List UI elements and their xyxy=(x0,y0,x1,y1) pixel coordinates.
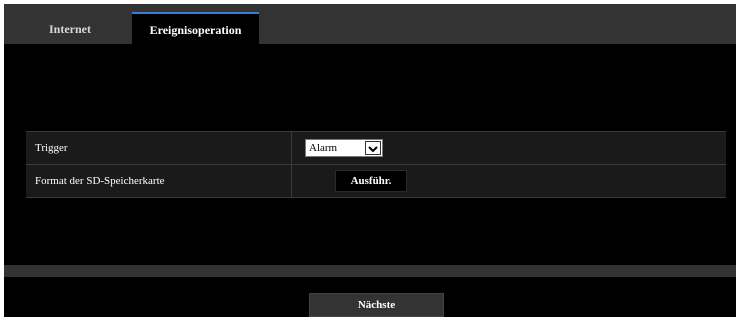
sd-format-row: Format der SD-Speicherkarte Ausführ. xyxy=(26,165,726,198)
trigger-label: Trigger xyxy=(35,142,68,154)
tab-bar: Internet Ereignisoperation xyxy=(4,4,736,46)
trigger-row: Trigger Alarm xyxy=(26,131,726,165)
chevron-down-icon-svg xyxy=(368,146,378,153)
chevron-down-icon[interactable] xyxy=(365,141,381,155)
row-divider xyxy=(291,165,292,197)
tab-ereignisoperation[interactable]: Ereignisoperation xyxy=(132,12,259,46)
sd-format-label: Format der SD-Speicherkarte xyxy=(35,175,165,187)
settings-table: Trigger Alarm Format der SD-Speicherkart… xyxy=(26,131,726,198)
execute-button[interactable]: Ausführ. xyxy=(335,170,407,192)
trigger-select[interactable]: Alarm xyxy=(305,139,383,157)
section-separator xyxy=(4,265,736,277)
trigger-select-value: Alarm xyxy=(309,142,338,154)
next-button[interactable]: Nächste xyxy=(309,293,444,317)
settings-window: Internet Ereignisoperation Trigger Alarm… xyxy=(4,4,736,317)
tab-internet[interactable]: Internet xyxy=(10,14,130,44)
row-divider xyxy=(291,132,292,164)
